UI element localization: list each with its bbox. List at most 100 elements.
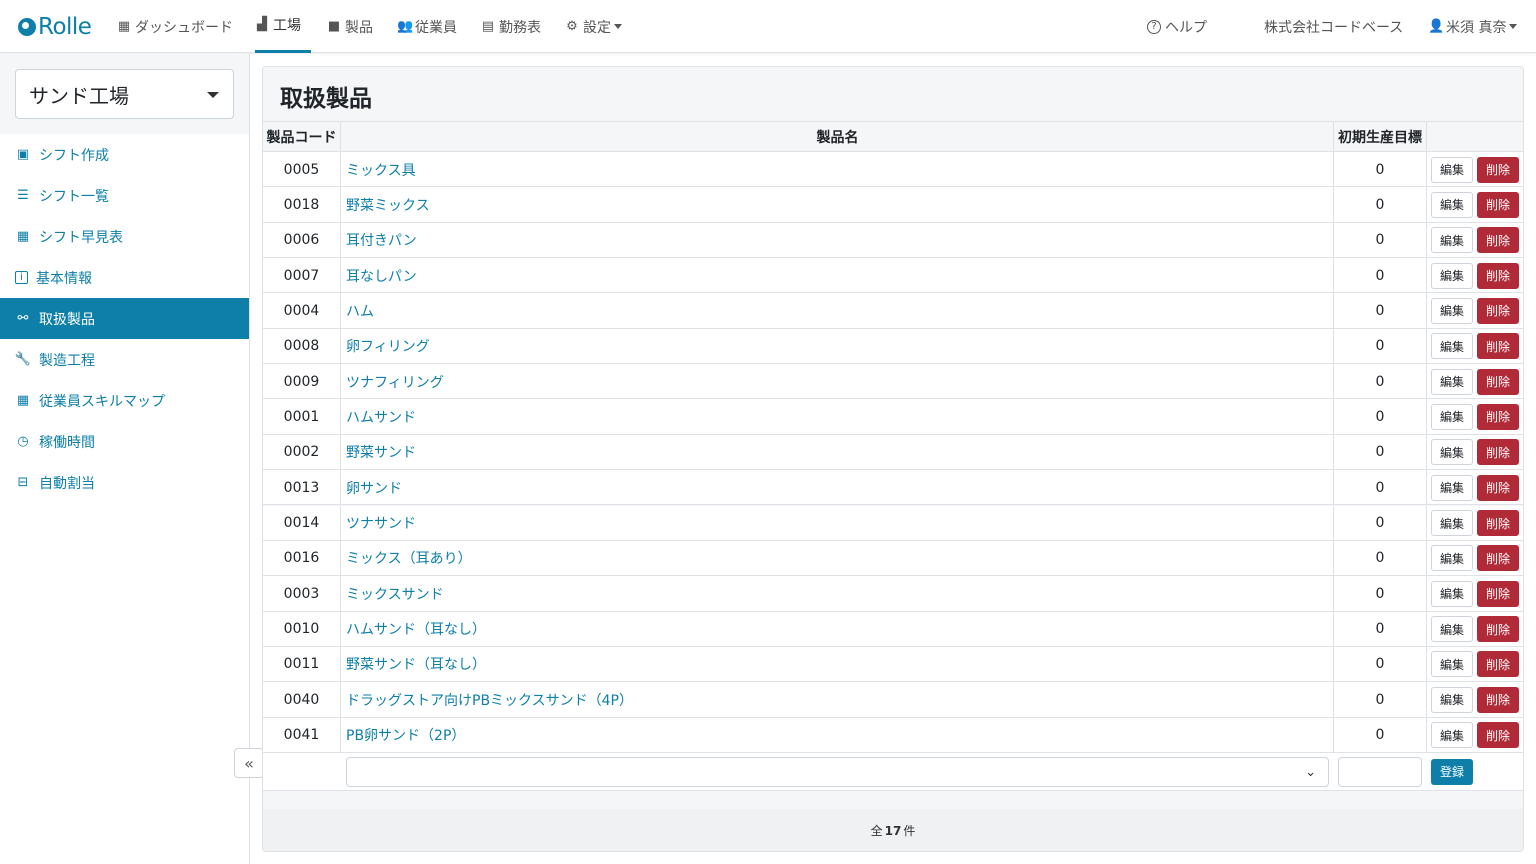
edit-button[interactable]: 編集	[1431, 474, 1473, 501]
delete-button[interactable]: 削除	[1477, 686, 1519, 713]
product-name-link[interactable]: 野菜サンド	[342, 434, 1334, 470]
sidebar-item-shift-chart[interactable]: ▦ シフト早見表	[0, 216, 249, 257]
edit-button[interactable]: 編集	[1431, 333, 1473, 360]
product-name-link[interactable]: PB卵サンド（2P）	[342, 717, 1334, 753]
row-actions: 編集 削除	[1427, 258, 1523, 293]
collapse-sidebar-button[interactable]: «	[234, 748, 264, 778]
table-row: 0041 PB卵サンド（2P） 0 編集 削除	[263, 717, 1523, 753]
product-name-link[interactable]: ドラッグストア向けPBミックスサンド（4P）	[342, 682, 1334, 718]
delete-button[interactable]: 削除	[1477, 510, 1519, 536]
edit-button[interactable]: 編集	[1431, 262, 1473, 289]
delete-button[interactable]: 削除	[1477, 368, 1519, 395]
delete-button[interactable]: 削除	[1477, 580, 1519, 607]
product-name-link[interactable]: ツナフィリング	[342, 364, 1334, 400]
edit-button[interactable]: 編集	[1431, 439, 1473, 466]
edit-button[interactable]: 編集	[1431, 580, 1473, 607]
edit-button[interactable]: 編集	[1431, 616, 1473, 643]
delete-button[interactable]: 削除	[1477, 262, 1519, 289]
product-name-link[interactable]: 卵フィリング	[342, 328, 1334, 364]
delete-button[interactable]: 削除	[1477, 297, 1519, 324]
delete-button[interactable]: 削除	[1477, 439, 1519, 466]
delete-button[interactable]: 削除	[1477, 227, 1519, 254]
table-row: 0018 野菜ミックス 0 編集 削除	[263, 187, 1523, 223]
table-icon: ▦	[16, 229, 30, 244]
product-name-link[interactable]: ミックス（耳あり）	[342, 540, 1334, 576]
edit-button[interactable]: 編集	[1431, 297, 1473, 324]
product-name-link[interactable]: ミックス具	[342, 152, 1334, 187]
nav-products[interactable]: ■ 製品	[327, 0, 373, 53]
product-name-link[interactable]: 野菜サンド（耳なし）	[342, 646, 1334, 682]
table-row: 0014 ツナサンド 0 編集 削除	[263, 505, 1523, 541]
total-count-prefix: 全	[870, 824, 883, 838]
product-name-link[interactable]: ハムサンド（耳なし）	[342, 611, 1334, 647]
sidebar-item-basic-info[interactable]: i 基本情報	[0, 257, 249, 298]
sidebar-item-shift-list[interactable]: ☰ シフト一覧	[0, 175, 249, 216]
delete-button[interactable]: 削除	[1477, 191, 1519, 218]
sidebar-item-operating-hours[interactable]: ◷ 稼働時間	[0, 421, 249, 462]
product-name-link[interactable]: 耳なしパン	[342, 258, 1334, 294]
row-actions: 編集 削除	[1427, 152, 1523, 187]
sidebar-item-shift-create[interactable]: ▣ シフト作成	[0, 134, 249, 175]
nav-schedule[interactable]: ▤ 勤務表	[481, 0, 541, 53]
initial-production-target: 0	[1334, 682, 1427, 718]
nav-help[interactable]: ? ヘルプ	[1147, 0, 1207, 53]
row-actions: 編集 削除	[1427, 329, 1523, 364]
delete-button[interactable]: 削除	[1477, 403, 1519, 430]
edit-button[interactable]: 編集	[1431, 510, 1473, 536]
product-name-link[interactable]: 卵サンド	[342, 470, 1334, 506]
edit-button[interactable]: 編集	[1431, 156, 1473, 183]
chevron-down-icon: ⌄	[1305, 764, 1316, 780]
edit-button[interactable]: 編集	[1431, 191, 1473, 218]
table-row: 0008 卵フィリング 0 編集 削除	[263, 328, 1523, 365]
product-name-link[interactable]: 野菜ミックス	[342, 187, 1334, 223]
sidebar-item-products[interactable]: ⚯ 取扱製品	[0, 298, 249, 339]
user-menu[interactable]: 👤 米須 真奈	[1428, 0, 1518, 53]
nav-dashboard[interactable]: ▦ ダッシュボード	[117, 0, 233, 53]
product-code: 0008	[263, 328, 341, 364]
row-actions: 編集 削除	[1427, 399, 1523, 434]
product-name: ミックス具	[346, 162, 416, 179]
product-select[interactable]: ⌄	[346, 756, 1329, 787]
delete-button[interactable]: 削除	[1477, 156, 1519, 183]
delete-button[interactable]: 削除	[1477, 333, 1519, 360]
edit-button[interactable]: 編集	[1431, 545, 1473, 572]
delete-button[interactable]: 削除	[1477, 651, 1519, 678]
edit-button[interactable]: 編集	[1431, 403, 1473, 430]
sidebar-item-auto-assign[interactable]: ⊟ 自動割当	[0, 462, 249, 503]
edit-button[interactable]: 編集	[1431, 722, 1473, 749]
nav-factory[interactable]: ▟ 工場	[255, 0, 311, 53]
register-button[interactable]: 登録	[1431, 758, 1473, 785]
product-code: 0040	[263, 682, 341, 718]
caret-down-icon	[207, 92, 219, 98]
product-code: 0005	[263, 152, 341, 187]
nav-employees[interactable]: 👥 従業員	[397, 0, 457, 53]
edit-button[interactable]: 編集	[1431, 368, 1473, 395]
factory-select[interactable]: サンド工場	[15, 69, 234, 119]
delete-button[interactable]: 削除	[1477, 722, 1519, 749]
product-code: 0006	[263, 222, 341, 258]
edit-button[interactable]: 編集	[1431, 227, 1473, 254]
brand-logo[interactable]: Rolle	[18, 12, 92, 42]
initial-production-target: 0	[1334, 717, 1427, 753]
nav-settings[interactable]: ⚙ 設定	[565, 0, 622, 53]
wrench-icon: 🔧	[14, 352, 32, 367]
top-navbar: Rolle ▦ ダッシュボード ▟ 工場 ■ 製品 👥 従業員 ▤ 勤務表 ⚙ …	[0, 0, 1536, 53]
company-name-label: 株式会社コードベース	[1264, 19, 1404, 36]
product-name-link[interactable]: ツナサンド	[342, 505, 1334, 541]
product-name-link[interactable]: ハム	[342, 293, 1334, 329]
row-actions: 編集 削除	[1427, 576, 1523, 611]
calendar-plus-icon: ▣	[16, 147, 30, 162]
edit-button[interactable]: 編集	[1431, 651, 1473, 678]
production-target-input[interactable]	[1338, 756, 1422, 787]
product-name-link[interactable]: 耳付きパン	[342, 222, 1334, 258]
sidebar-item-processes[interactable]: 🔧 製造工程	[0, 339, 249, 380]
delete-button[interactable]: 削除	[1477, 545, 1519, 572]
sidebar-item-skill-map[interactable]: ▦ 従業員スキルマップ	[0, 380, 249, 421]
delete-button[interactable]: 削除	[1477, 474, 1519, 501]
edit-button[interactable]: 編集	[1431, 686, 1473, 713]
product-code: 0004	[263, 293, 341, 329]
product-name-link[interactable]: ハムサンド	[342, 399, 1334, 435]
initial-production-target: 0	[1334, 540, 1427, 576]
delete-button[interactable]: 削除	[1477, 616, 1519, 643]
product-name-link[interactable]: ミックスサンド	[342, 576, 1334, 612]
